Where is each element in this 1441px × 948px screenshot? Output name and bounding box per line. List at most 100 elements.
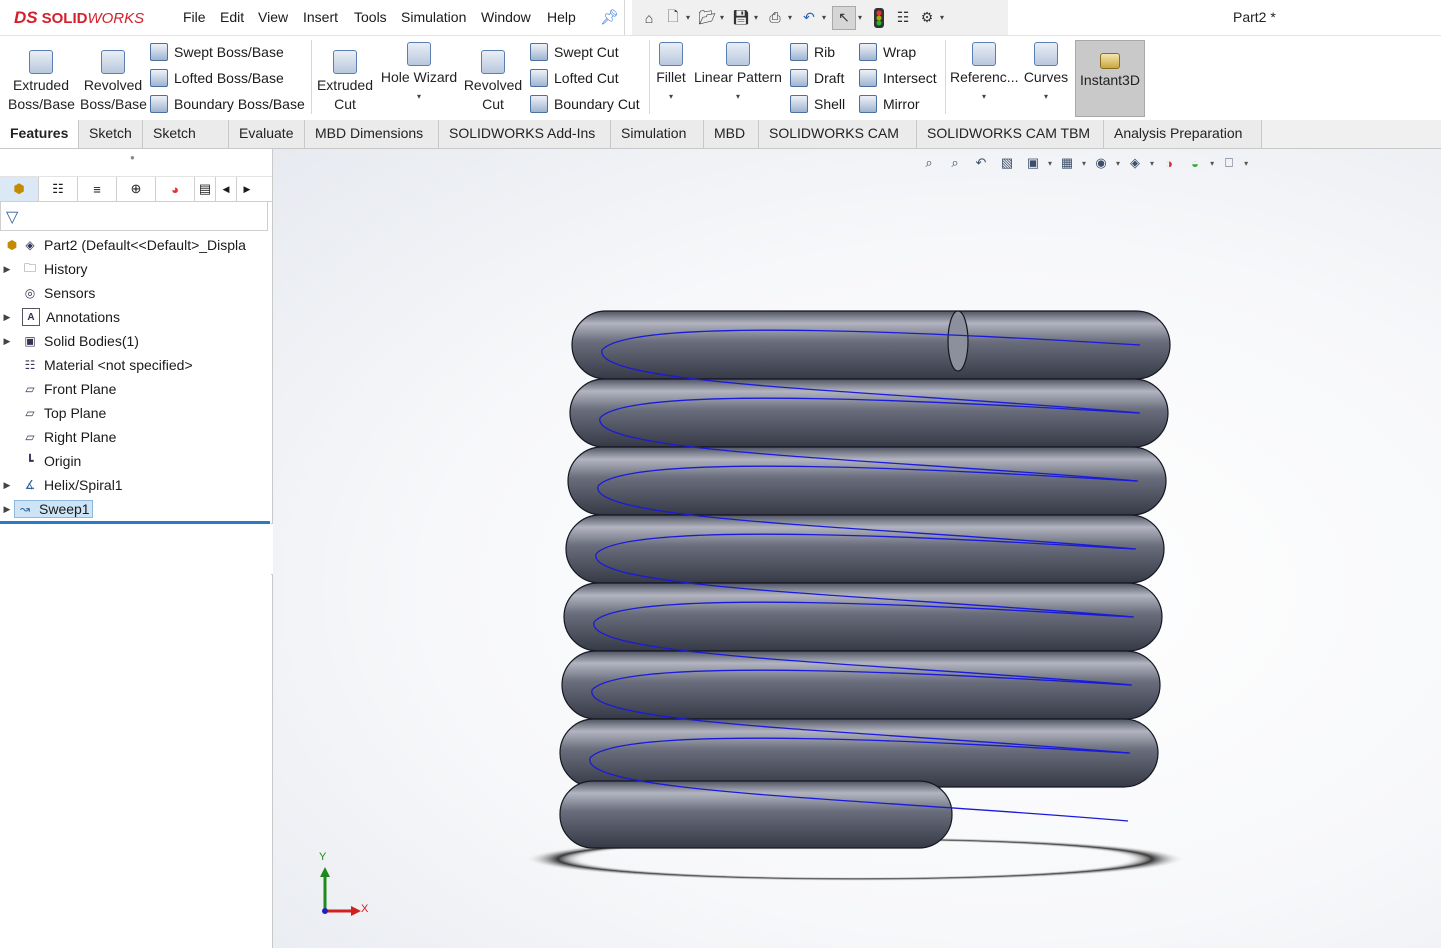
chevron-down-icon[interactable]: ▾ bbox=[940, 13, 948, 22]
menu-help[interactable]: Help bbox=[547, 9, 576, 25]
expand-arrow-icon[interactable]: ▶ bbox=[0, 336, 14, 347]
chevron-down-icon[interactable]: ▾ bbox=[380, 87, 458, 106]
undo-icon[interactable]: ↶ bbox=[798, 7, 820, 29]
property-manager-tab-icon[interactable]: ☷ bbox=[39, 177, 78, 201]
menu-tools[interactable]: Tools bbox=[354, 9, 387, 25]
file-properties-icon[interactable]: ☷ bbox=[892, 7, 914, 29]
tab-mbd-dimensions[interactable]: MBD Dimensions bbox=[305, 120, 439, 148]
menu-view[interactable]: View bbox=[258, 9, 288, 25]
graphics-area[interactable]: ⌕ ⌕ ↶ ▧ ▣ ▾ ▦ ▾ ◉ ▾ ◈ ▾ ◑ ◒ ▾ ⎕ ▾ Y X bbox=[273, 149, 1441, 948]
expand-arrow-icon[interactable]: ▶ bbox=[0, 504, 14, 515]
tab-simulation[interactable]: Simulation bbox=[611, 120, 704, 148]
feature-manager-tab-icon[interactable]: ⬢ bbox=[0, 177, 39, 201]
menu-edit[interactable]: Edit bbox=[220, 9, 244, 25]
tree-item-material[interactable]: ☷ Material <not specified> bbox=[0, 353, 193, 377]
cam-manager-tab-icon[interactable]: ▤ bbox=[195, 177, 216, 201]
lofted-cut-button[interactable]: Lofted Cut bbox=[530, 66, 640, 90]
filter-icon[interactable]: ▽ bbox=[6, 207, 18, 227]
tree-item-solid-bodies[interactable]: ▶ ▣ Solid Bodies(1) bbox=[0, 329, 139, 353]
tree-item-sensors[interactable]: ◎ Sensors bbox=[0, 281, 96, 305]
chevron-down-icon[interactable]: ▾ bbox=[950, 87, 1018, 106]
solidworks-logo[interactable]: DS SOLIDWORKS bbox=[14, 4, 154, 32]
tree-item-right-plane[interactable]: ▱ Right Plane bbox=[0, 425, 116, 449]
tab-solidworks-add-ins[interactable]: SOLIDWORKS Add-Ins bbox=[439, 120, 611, 148]
extruded-cut-icon bbox=[333, 50, 357, 74]
scroll-left-icon[interactable]: ◀ bbox=[216, 177, 237, 201]
wrap-button[interactable]: Wrap bbox=[859, 40, 937, 64]
intersect-button[interactable]: Intersect bbox=[859, 66, 937, 90]
tree-item-annotations[interactable]: ▶ A Annotations bbox=[0, 305, 120, 329]
tab-features[interactable]: Features bbox=[0, 120, 79, 148]
configuration-manager-tab-icon[interactable]: ≡ bbox=[78, 177, 117, 201]
chevron-down-icon[interactable]: ▾ bbox=[693, 87, 783, 106]
linear-pattern-button[interactable]: Linear Pattern ▾ bbox=[693, 42, 783, 106]
chevron-down-icon[interactable]: ▾ bbox=[858, 13, 866, 22]
chevron-down-icon[interactable]: ▾ bbox=[822, 13, 830, 22]
pin-menu-icon[interactable]: 📌︎ bbox=[600, 8, 619, 26]
fillet-button[interactable]: Fillet ▾ bbox=[653, 42, 689, 106]
chevron-down-icon[interactable]: ▾ bbox=[754, 13, 762, 22]
display-manager-tab-icon[interactable]: ◕ bbox=[156, 177, 195, 201]
save-icon[interactable]: 💾︎ bbox=[730, 7, 752, 29]
chevron-down-icon[interactable]: ▾ bbox=[686, 13, 694, 22]
swept-cut-button[interactable]: Swept Cut bbox=[530, 40, 640, 64]
tree-item-history[interactable]: ▶ 🗀︎ History bbox=[0, 257, 88, 281]
tree-item-origin[interactable]: ┗ Origin bbox=[0, 449, 81, 473]
tab-mbd[interactable]: MBD bbox=[704, 120, 759, 148]
sweep-icon: ↝ bbox=[19, 502, 31, 516]
chevron-down-icon[interactable]: ▾ bbox=[653, 87, 689, 106]
feature-tree-filter[interactable]: ▽ bbox=[0, 201, 268, 231]
tab-solidworks-cam-tbm[interactable]: SOLIDWORKS CAM TBM bbox=[917, 120, 1104, 148]
spring-coil bbox=[569, 378, 1169, 448]
home-icon[interactable]: ⌂ bbox=[638, 7, 660, 29]
menu-insert[interactable]: Insert bbox=[303, 9, 338, 25]
revolved-cut-button[interactable]: Revolved Cut bbox=[462, 50, 524, 114]
expand-arrow-icon[interactable]: ▶ bbox=[0, 312, 14, 323]
pane-grip-handle[interactable]: ● bbox=[130, 153, 135, 162]
document-title: Part2 * bbox=[1233, 9, 1276, 25]
expand-arrow-icon[interactable]: ▶ bbox=[0, 480, 14, 491]
open-folder-icon[interactable]: 📂︎ bbox=[696, 7, 718, 29]
extruded-cut-button[interactable]: Extruded Cut bbox=[314, 50, 376, 114]
reference-geometry-button[interactable]: Referenc... ▾ bbox=[950, 42, 1018, 106]
rib-button[interactable]: Rib bbox=[790, 40, 845, 64]
new-document-icon[interactable]: 🗋︎ bbox=[662, 7, 684, 29]
select-cursor-icon[interactable]: ↖ bbox=[832, 5, 856, 30]
rollback-bar[interactable] bbox=[0, 521, 270, 524]
menu-simulation[interactable]: Simulation bbox=[401, 9, 466, 25]
print-icon[interactable]: ⎙ bbox=[764, 7, 786, 29]
lofted-boss-button[interactable]: Lofted Boss/Base bbox=[150, 66, 305, 90]
tab-sketch[interactable]: Sketch bbox=[79, 120, 143, 148]
tab-solidworks-cam[interactable]: SOLIDWORKS CAM bbox=[759, 120, 917, 148]
tree-item-sweep[interactable]: ▶ ↝ Sweep1 bbox=[0, 497, 93, 521]
revolved-boss-button[interactable]: Revolved Boss/Base bbox=[80, 50, 147, 114]
tree-root-part[interactable]: ⬢ ◈ Part2 (Default<<Default>_Displa bbox=[0, 233, 246, 257]
chevron-down-icon[interactable]: ▾ bbox=[1022, 87, 1070, 106]
tab-evaluate[interactable]: Evaluate bbox=[229, 120, 305, 148]
spring-model-view[interactable] bbox=[273, 149, 1441, 948]
curves-button[interactable]: Curves ▾ bbox=[1022, 42, 1070, 106]
draft-button[interactable]: Draft bbox=[790, 66, 845, 90]
boundary-boss-button[interactable]: Boundary Boss/Base bbox=[150, 92, 305, 116]
dimxpert-manager-tab-icon[interactable]: ⊕ bbox=[117, 177, 156, 201]
swept-boss-button[interactable]: Swept Boss/Base bbox=[150, 40, 305, 64]
mirror-button[interactable]: Mirror bbox=[859, 92, 937, 116]
menu-file[interactable]: File bbox=[183, 9, 206, 25]
extruded-boss-button[interactable]: Extruded Boss/Base bbox=[8, 50, 75, 114]
chevron-down-icon[interactable]: ▾ bbox=[720, 13, 728, 22]
tab-sketch-ink[interactable]: Sketch Ink bbox=[143, 120, 229, 168]
shell-button[interactable]: Shell bbox=[790, 92, 845, 116]
options-gear-icon[interactable]: ⚙ bbox=[916, 7, 938, 29]
tab-analysis-preparation[interactable]: Analysis Preparation bbox=[1104, 120, 1262, 148]
expand-arrow-icon[interactable]: ▶ bbox=[0, 264, 14, 275]
tree-item-top-plane[interactable]: ▱ Top Plane bbox=[0, 401, 106, 425]
rebuild-traffic-light-icon[interactable] bbox=[868, 7, 890, 29]
tree-item-front-plane[interactable]: ▱ Front Plane bbox=[0, 377, 116, 401]
instant3d-button[interactable]: Instant3D bbox=[1075, 40, 1145, 117]
scroll-right-icon[interactable]: ▶ bbox=[237, 177, 257, 201]
menu-window[interactable]: Window bbox=[481, 9, 531, 25]
tree-item-helix-spiral[interactable]: ▶ ∡ Helix/Spiral1 bbox=[0, 473, 123, 497]
chevron-down-icon[interactable]: ▾ bbox=[788, 13, 796, 22]
hole-wizard-button[interactable]: Hole Wizard ▾ bbox=[380, 42, 458, 106]
boundary-cut-button[interactable]: Boundary Cut bbox=[530, 92, 640, 116]
